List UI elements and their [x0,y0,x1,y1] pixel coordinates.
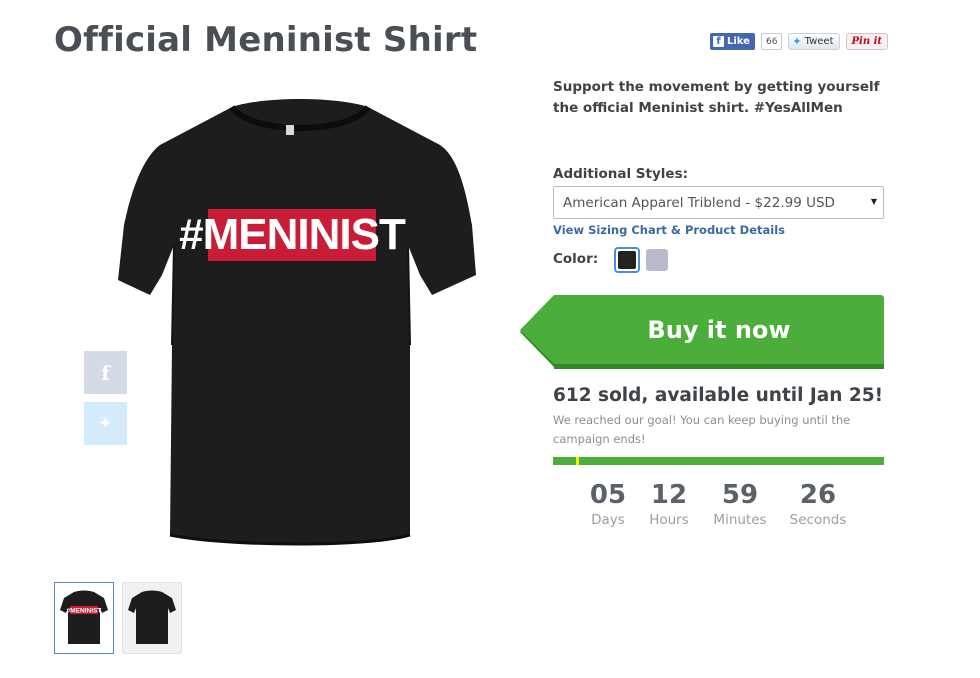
shirt-print-text: #MENINIST [179,210,406,259]
countdown-minutes-label: Minutes [713,512,767,528]
color-swatch-black[interactable] [614,247,640,273]
countdown-hours: 12 Hours [645,480,693,528]
pinterest-button[interactable]: Pin it [845,33,888,50]
countdown-seconds: 26 Seconds [788,480,848,528]
countdown-seconds-value: 26 [799,480,837,510]
dropdown-arrow-icon: ▼ [870,197,877,206]
like-label: Like [727,36,750,47]
twitter-bird-icon: ✦ [792,35,802,48]
thumbnail-back[interactable] [122,582,182,654]
additional-styles-label: Additional Styles: [553,166,688,182]
countdown-days-value: 05 [589,480,627,510]
countdown-days-label: Days [591,512,625,528]
tshirt-image: #MENINIST [118,99,476,546]
style-select-value: American Apparel Triblend - $22.99 USD [563,195,835,211]
facebook-icon: f [713,36,724,47]
like-count: 66 [760,33,783,50]
sizing-chart-link[interactable]: View Sizing Chart & Product Details [553,223,785,237]
sold-status: 612 sold, available until Jan 25! [553,385,884,406]
goal-marker [576,457,580,465]
page-title: Official Meninist Shirt [54,20,478,60]
campaign-progress-bar [553,457,884,465]
product-image: #MENINIST [110,95,490,555]
countdown-hours-label: Hours [649,512,689,528]
countdown-minutes-value: 59 [721,480,759,510]
tweet-label: Tweet [804,36,834,47]
color-label: Color: [553,251,599,267]
color-swatch-grey[interactable] [646,249,668,271]
countdown-hours-value: 12 [650,480,688,510]
share-facebook-button[interactable]: f [84,351,127,394]
buy-now-button[interactable] [520,295,884,369]
thumbnail-front[interactable]: #MENINIST [54,582,114,654]
style-select[interactable]: American Apparel Triblend - $22.99 USD ▼ [553,186,884,219]
product-description: Support the movement by getting yourself… [553,79,880,116]
thumbnail-print-text: #MENINIST [67,608,102,615]
countdown-days: 05 Days [588,480,628,528]
twitter-bird-icon: ✦ [97,413,114,434]
tweet-button[interactable]: ✦ Tweet [788,33,840,50]
social-buttons: f Like 66 ✦ Tweet Pin it [710,33,888,50]
countdown-seconds-label: Seconds [789,512,847,528]
facebook-like-button[interactable]: f Like [710,33,755,50]
countdown-minutes: 59 Minutes [711,480,769,528]
goal-message: We reached our goal! You can keep buying… [553,413,851,446]
facebook-icon: f [101,360,110,385]
share-twitter-button[interactable]: ✦ [84,402,127,445]
